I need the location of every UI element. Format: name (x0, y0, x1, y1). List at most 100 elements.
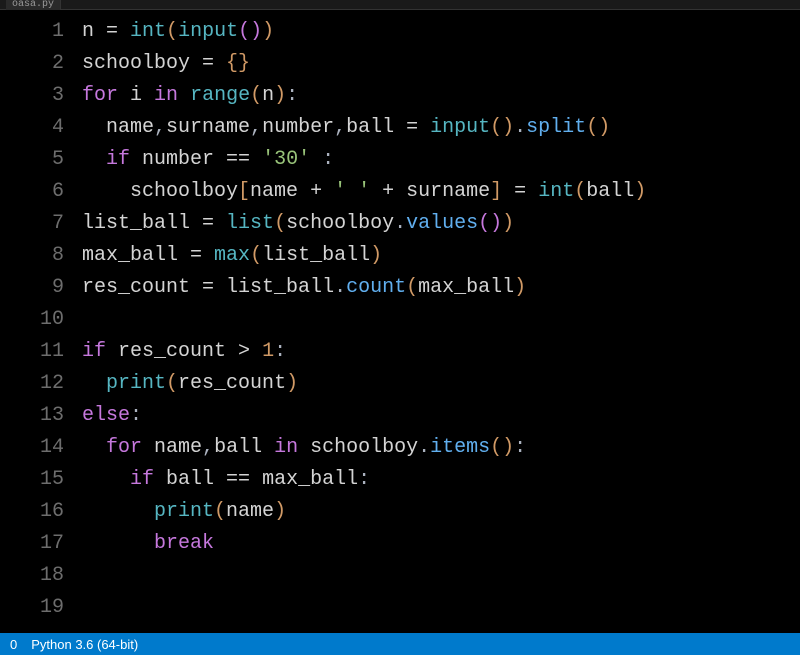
token: list (226, 212, 274, 235)
token: name (250, 180, 310, 203)
token: ball (346, 116, 406, 139)
token: surname (406, 180, 490, 203)
token: max_ball (418, 276, 514, 299)
code-line[interactable]: if ball == max_ball: (82, 464, 800, 496)
token: : (274, 340, 286, 363)
code-line[interactable]: for name,ball in schoolboy.items(): (82, 432, 800, 464)
code-line[interactable]: max_ball = max(list_ball) (82, 240, 800, 272)
token: . (334, 276, 346, 299)
token: in (274, 436, 298, 459)
tab-filename: oasa.py (12, 0, 54, 10)
token: ) (634, 180, 646, 203)
line-number: 16 (0, 496, 64, 528)
status-python-interpreter[interactable]: Python 3.6 (64-bit) (31, 637, 138, 652)
token: + (310, 180, 334, 203)
token: name (142, 436, 202, 459)
token: == (226, 468, 262, 491)
token: ( (214, 500, 226, 523)
token: schoolboy (298, 436, 418, 459)
code-line[interactable]: break (82, 528, 800, 560)
code-line[interactable]: schoolboy[name + ' ' + surname] = int(ba… (82, 176, 800, 208)
token: ) (370, 244, 382, 267)
code-line[interactable] (82, 560, 800, 592)
status-diagnostics[interactable]: 0 (10, 637, 17, 652)
token: items (430, 436, 490, 459)
token: range (190, 84, 250, 107)
line-number: 7 (0, 208, 64, 240)
line-number-gutter: 12345678910111213141516171819 (0, 16, 82, 633)
token: : (514, 436, 526, 459)
code-line[interactable]: res_count = list_ball.count(max_ball) (82, 272, 800, 304)
token: , (250, 116, 262, 139)
token: max (214, 244, 250, 267)
code-line[interactable]: if res_count > 1: (82, 336, 800, 368)
token: if (130, 468, 154, 491)
code-line[interactable]: print(res_count) (82, 368, 800, 400)
token (370, 180, 382, 203)
line-number: 8 (0, 240, 64, 272)
token: ball (586, 180, 634, 203)
code-line[interactable]: name,surname,number,ball = input().split… (82, 112, 800, 144)
code-line[interactable]: if number == '30' : (82, 144, 800, 176)
token: res_count (178, 372, 286, 395)
token: surname (166, 116, 250, 139)
token: ' ' (334, 180, 370, 203)
editor-tab[interactable]: oasa.py (6, 0, 61, 10)
code-line[interactable]: n = int(input()) (82, 16, 800, 48)
code-editor[interactable]: 12345678910111213141516171819 n = int(in… (0, 10, 800, 633)
token: ( (166, 372, 178, 395)
token: if (106, 148, 130, 171)
token: list_ball (262, 244, 370, 267)
token: input (178, 20, 238, 43)
line-number: 1 (0, 16, 64, 48)
token: ) (274, 84, 286, 107)
token: print (106, 372, 166, 395)
code-line[interactable]: list_ball = list(schoolboy.values()) (82, 208, 800, 240)
token: count (346, 276, 406, 299)
token: ) (274, 500, 286, 523)
token: () (490, 116, 514, 139)
token: : (286, 84, 298, 107)
code-line[interactable] (82, 304, 800, 336)
token: number (262, 116, 334, 139)
token: ) (502, 212, 514, 235)
token (82, 436, 106, 459)
code-line[interactable]: schoolboy = {} (82, 48, 800, 80)
code-area[interactable]: n = int(input())schoolboy = {}for i in r… (82, 16, 800, 633)
token: schoolboy (82, 180, 238, 203)
token: , (334, 116, 346, 139)
token: if (82, 340, 106, 363)
token: int (538, 180, 574, 203)
token: res_count (82, 276, 202, 299)
line-number: 14 (0, 432, 64, 464)
line-number: 12 (0, 368, 64, 400)
token: schoolboy (286, 212, 394, 235)
token (82, 500, 154, 523)
status-bar: 0 Python 3.6 (64-bit) (0, 633, 800, 655)
token: () (238, 20, 262, 43)
token: = (514, 180, 538, 203)
token: : (322, 148, 334, 171)
token: ) (262, 20, 274, 43)
token: = (406, 116, 430, 139)
token: int (130, 20, 166, 43)
token (178, 84, 190, 107)
code-line[interactable] (82, 592, 800, 624)
token: list_ball (82, 212, 202, 235)
token: ] (490, 180, 502, 203)
token: max_ball (262, 468, 358, 491)
token: . (418, 436, 430, 459)
code-line[interactable]: for i in range(n): (82, 80, 800, 112)
line-number: 5 (0, 144, 64, 176)
code-line[interactable]: else: (82, 400, 800, 432)
token: max_ball (82, 244, 190, 267)
line-number: 18 (0, 560, 64, 592)
line-number: 15 (0, 464, 64, 496)
token: in (154, 84, 178, 107)
token: , (202, 436, 214, 459)
code-line[interactable]: print(name) (82, 496, 800, 528)
token (82, 148, 106, 171)
token: for (106, 436, 142, 459)
token: = (202, 52, 226, 75)
token: [ (238, 180, 250, 203)
